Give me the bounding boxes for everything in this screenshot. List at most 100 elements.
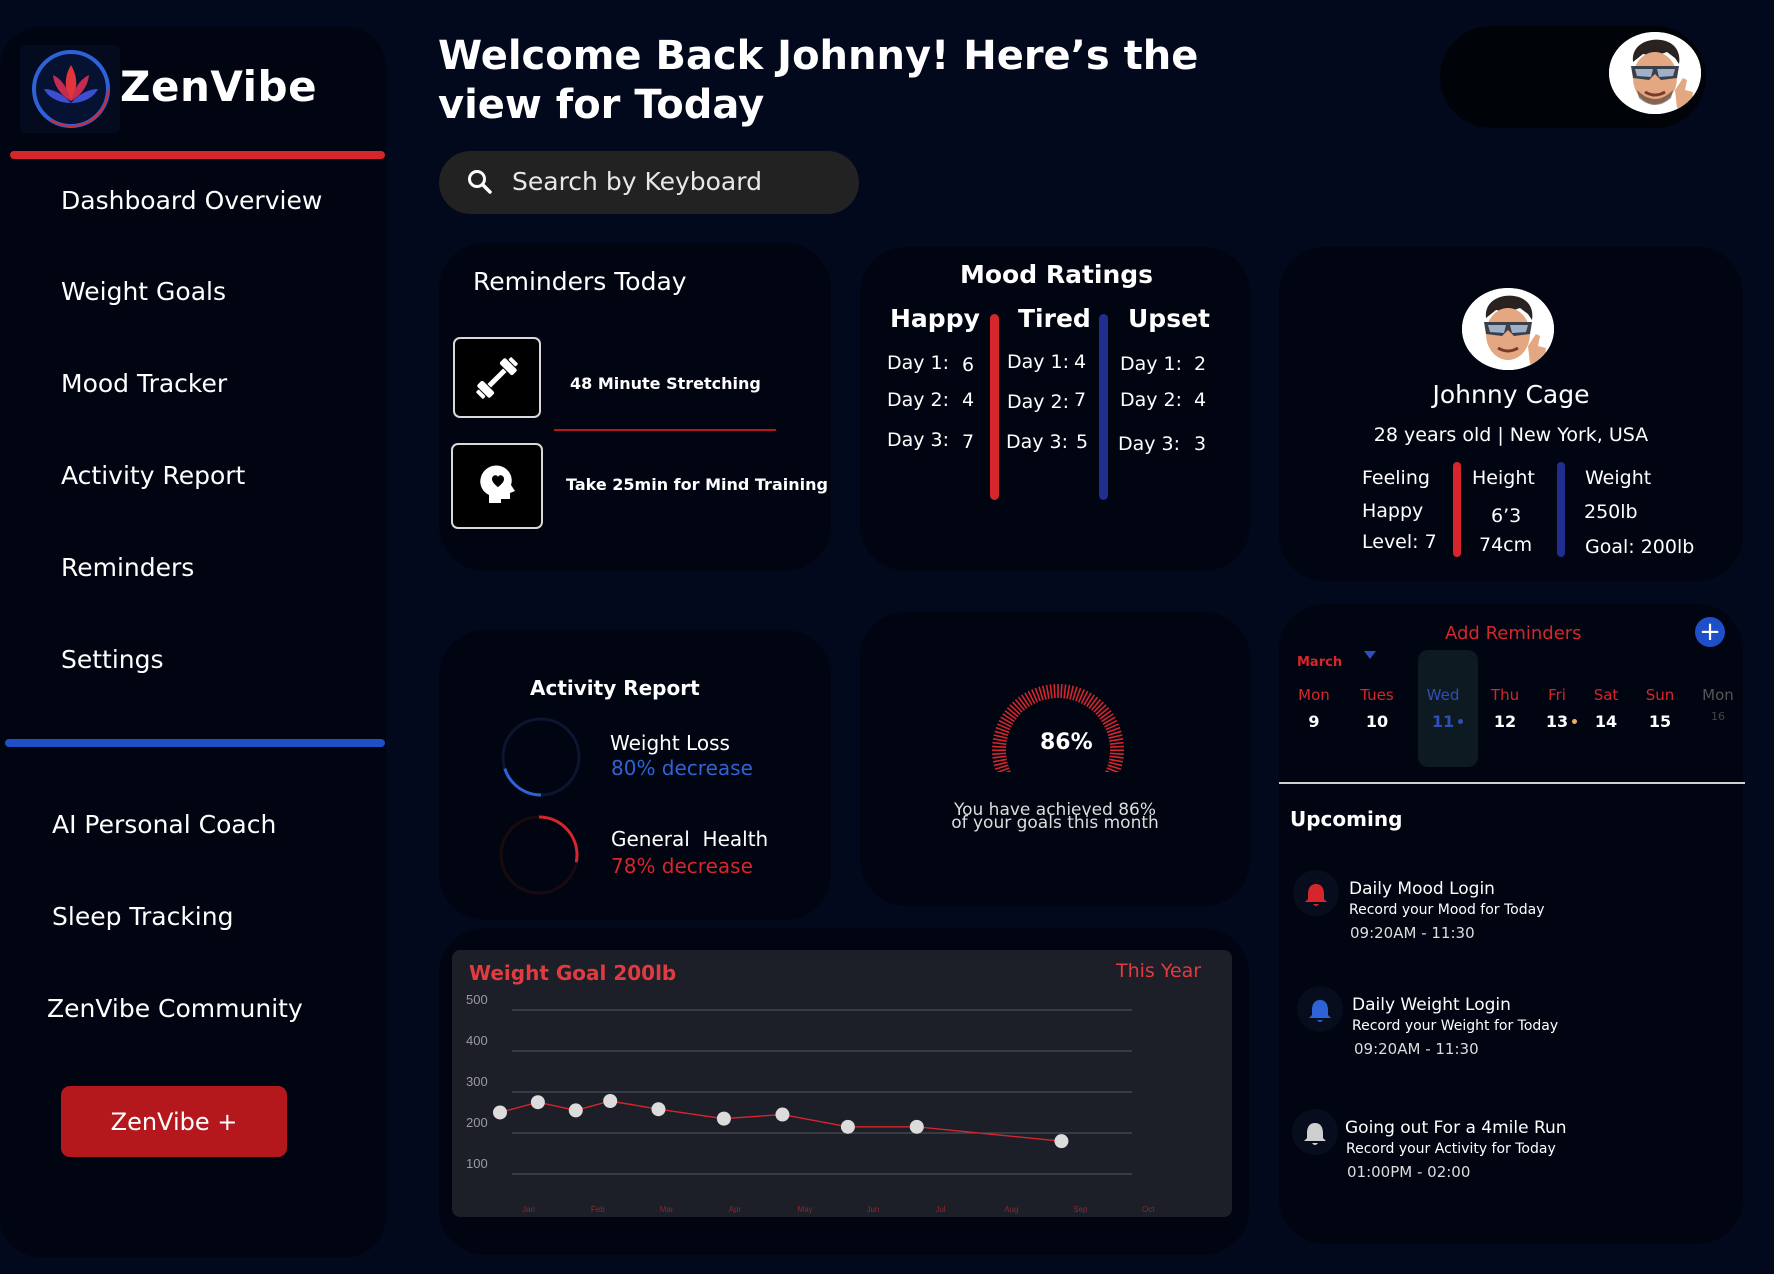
nav-sleep-tracking[interactable]: Sleep Tracking (52, 902, 233, 931)
data-point[interactable] (493, 1105, 507, 1120)
mood-value: 2 (1194, 353, 1207, 375)
activity-item-status: 80% decrease (611, 756, 753, 780)
plus-icon: + (1699, 617, 1721, 647)
mood-day-label: Day 1: (1007, 351, 1070, 373)
gauge-tick (1101, 713, 1114, 723)
mood-value: 3 (1194, 433, 1207, 455)
goal-percent: 86% (1040, 730, 1093, 755)
data-point[interactable] (840, 1119, 855, 1134)
y-tick-label: 400 (466, 1033, 488, 1048)
dumbbell-icon[interactable] (453, 337, 541, 418)
calendar-day-name: Wed (1426, 686, 1460, 704)
general-health-ring (499, 815, 579, 895)
calendar-day-number[interactable]: 15 (1635, 712, 1685, 731)
calendar-day-number[interactable]: 14 (1581, 712, 1631, 731)
search-icon (468, 170, 492, 194)
mood-day-label: Day 1: (1120, 353, 1183, 375)
calendar-day-number[interactable]: 12 (1480, 712, 1530, 731)
calendar-day-number[interactable]: 16 (1693, 710, 1743, 723)
x-tick-label: Sep (1073, 1205, 1088, 1214)
data-point[interactable] (716, 1111, 731, 1126)
nav-activity-report[interactable]: Activity Report (61, 461, 245, 490)
y-tick-label: 100 (466, 1156, 488, 1171)
gauge-tick (1053, 684, 1056, 699)
feeling-level: Level: 7 (1362, 531, 1437, 553)
nav-settings[interactable]: Settings (61, 645, 164, 674)
upcoming-item-time: 01:00PM - 02:00 (1347, 1163, 1471, 1181)
mood-day-label: Day 3: (1006, 431, 1069, 453)
data-point[interactable] (909, 1119, 924, 1134)
x-tick-label: Oct (1142, 1205, 1155, 1214)
nav-weight-goals[interactable]: Weight Goals (61, 277, 226, 306)
search-input[interactable]: Search by Keyboard (439, 151, 859, 214)
mood-divider-blue (1099, 314, 1108, 500)
mood-column-header: Happy (890, 304, 980, 333)
upcoming-title: Upcoming (1290, 807, 1403, 831)
feeling-value: Happy (1362, 500, 1424, 522)
feeling-label: Feeling (1362, 467, 1430, 489)
avatar[interactable] (1609, 32, 1701, 114)
brand-name: ZenVibe (120, 62, 318, 111)
gauge-tick (993, 761, 1008, 767)
calendar-day-number[interactable]: 10 (1352, 712, 1402, 731)
mood-value: 5 (1076, 431, 1089, 453)
gauge-tick (1045, 684, 1050, 699)
gauge-tick (1095, 704, 1107, 715)
gauge-tick (1020, 694, 1031, 708)
activity-item-name: General Health (611, 827, 769, 851)
calendar-day-name: Sun (1645, 686, 1675, 704)
gauge-tick (1109, 752, 1124, 755)
x-tick-label: May (798, 1205, 813, 1214)
x-tick-label: Apr (729, 1205, 742, 1214)
upcoming-item-title[interactable]: Going out For a 4mile Run (1345, 1118, 1567, 1138)
mood-value: 6 (962, 354, 975, 376)
x-tick-label: Jun (866, 1205, 879, 1214)
upcoming-item-title[interactable]: Daily Weight Login (1352, 995, 1511, 1015)
nav-reminders[interactable]: Reminders (61, 553, 194, 582)
data-point[interactable] (651, 1102, 666, 1117)
reminder-label: 48 Minute Stretching (570, 374, 761, 393)
data-point[interactable] (603, 1093, 618, 1108)
zenvibe-plus-button[interactable]: ZenVibe + (61, 1086, 287, 1157)
gauge-tick (1109, 745, 1124, 748)
nav-zenvibe-community[interactable]: ZenVibe Community (47, 994, 303, 1023)
mood-value: 4 (962, 389, 975, 411)
gauge-tick (1009, 704, 1021, 715)
data-point[interactable] (775, 1107, 790, 1122)
calendar-day-number[interactable]: 9 (1289, 712, 1339, 731)
x-tick-label: Aug (1004, 1205, 1018, 1214)
data-point[interactable] (1054, 1134, 1069, 1149)
mood-day-label: Day 2: (1120, 389, 1183, 411)
gauge-tick (992, 738, 1007, 742)
nav-mood-tracker[interactable]: Mood Tracker (61, 369, 227, 398)
sidebar-divider-red (10, 151, 385, 159)
goal-gauge (991, 684, 1125, 772)
activity-item-status: 78% decrease (611, 854, 753, 878)
nav-dashboard-overview[interactable]: Dashboard Overview (61, 186, 322, 215)
add-reminders-label[interactable]: Add Reminders (1445, 623, 1582, 644)
reminders-today-title: Reminders Today (473, 267, 687, 296)
mood-value: 4 (1194, 389, 1207, 411)
data-point[interactable] (568, 1103, 583, 1118)
add-reminder-button[interactable]: + (1695, 617, 1725, 647)
gauge-tick (1109, 755, 1124, 759)
selected-day-highlight (1418, 650, 1478, 767)
x-tick-label: Jul (935, 1205, 945, 1214)
profile-meta: 28 years old | New York, USA (1373, 424, 1649, 446)
y-tick-label: 500 (466, 992, 488, 1007)
mood-column-header: Tired (1018, 304, 1091, 333)
nav-ai-personal-coach[interactable]: AI Personal Coach (52, 810, 276, 839)
weight-loss-ring (501, 717, 581, 797)
reminder-label: Take 25min for Mind Training (566, 475, 828, 494)
chevron-down-icon[interactable] (1363, 650, 1377, 660)
mood-column-header: Upset (1128, 304, 1210, 333)
calendar-day-name: Thu (1490, 686, 1520, 704)
head-brain-icon[interactable] (451, 443, 543, 529)
upcoming-item-title[interactable]: Daily Mood Login (1349, 879, 1495, 899)
mood-ratings-title: Mood Ratings (960, 260, 1154, 289)
mood-day-label: Day 2: (887, 389, 950, 411)
calendar-day-name: Mon (1702, 686, 1734, 704)
goal-caption: of your goals this month (951, 813, 1159, 833)
upcoming-item-subtitle: Record your Activity for Today (1346, 1141, 1556, 1157)
data-point[interactable] (530, 1095, 545, 1110)
